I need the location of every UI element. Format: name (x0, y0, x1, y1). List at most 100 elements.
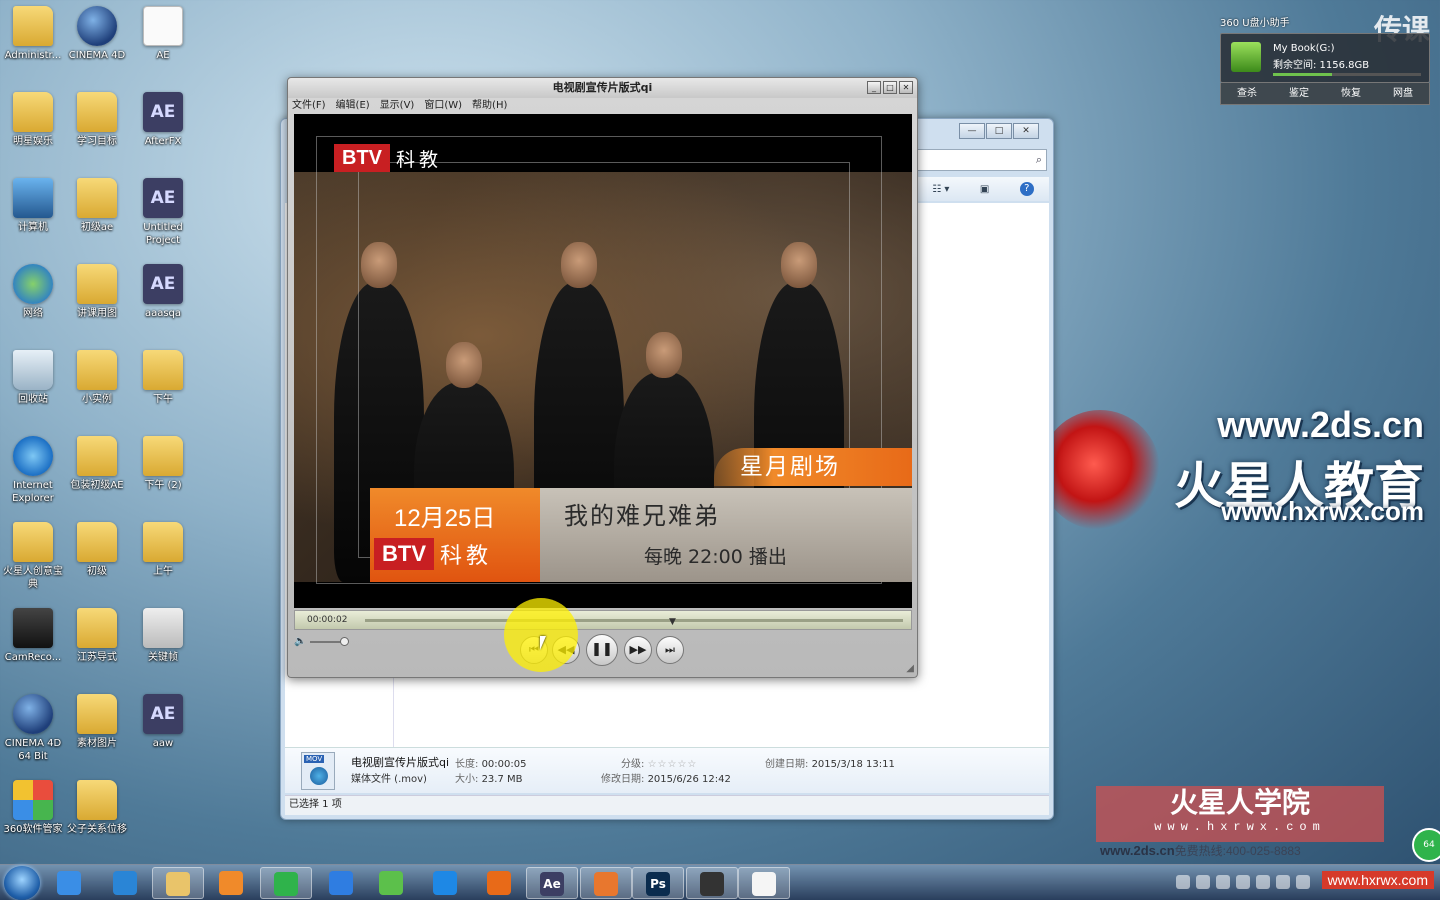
desktop-icon[interactable]: 江苏导式 (64, 608, 130, 664)
taskbar-camrec-button[interactable] (686, 867, 738, 899)
desktop-icon-label: AE (156, 50, 170, 61)
bin-icon (13, 350, 53, 390)
taskbar-ae-button[interactable]: Ae (526, 867, 578, 899)
timeline-track[interactable] (365, 619, 903, 622)
desktop-icon[interactable]: 回收站 (0, 350, 66, 406)
usb-identify-button[interactable]: 鉴定 (1273, 83, 1325, 104)
desktop-icon[interactable]: CINEMA 4D 64 Bit (0, 694, 66, 763)
rating-label: 分级: (621, 759, 645, 770)
usb-restore-button[interactable]: 恢复 (1325, 83, 1377, 104)
desktop-icon[interactable]: AE AfterFX (130, 92, 196, 148)
usb-helper-panel[interactable]: My Book(G:) 剩余空间: 1156.8GB (1220, 33, 1430, 83)
help-icon[interactable]: ? (1019, 182, 1034, 196)
desktop-icon[interactable]: CamReco... (0, 608, 66, 664)
desktop-icon[interactable]: 下午 (2) (130, 436, 196, 492)
tray-volume-icon[interactable] (1276, 875, 1290, 889)
preview-pane-icon[interactable]: ▣ (980, 184, 989, 195)
tray-360-icon[interactable] (1256, 875, 1270, 889)
search-input[interactable]: ⌕ (917, 149, 1047, 171)
tray-flag-icon[interactable] (1296, 875, 1310, 889)
minimize-button[interactable]: — (959, 123, 985, 139)
close-button[interactable]: ✕ (1013, 123, 1039, 139)
desktop-icon[interactable]: 素材图片 (64, 694, 130, 750)
floating-badge[interactable]: 64 (1412, 828, 1440, 862)
taskbar-ps-button[interactable]: Ps (632, 867, 684, 899)
usb-helper-title: 360 U盘小助手 (1220, 18, 1290, 29)
taskbar-orange-button[interactable] (474, 867, 526, 899)
taskbar-qq-player-button[interactable] (420, 867, 472, 899)
desktop-icon-label: Administr... (4, 50, 62, 61)
desktop-icon[interactable]: 下午 (130, 350, 196, 406)
program-tag: 星月剧场 (714, 448, 912, 486)
taskbar-ie-button[interactable] (100, 867, 152, 899)
menu-file[interactable]: 文件(F) (292, 98, 326, 114)
desktop-icon[interactable]: 网络 (0, 264, 66, 320)
desktop-icon[interactable]: AE (130, 6, 196, 62)
volume-knob[interactable] (340, 637, 349, 646)
desktop-icon[interactable]: 明星娱乐 (0, 92, 66, 148)
desktop-icon[interactable]: 初级 (64, 522, 130, 578)
desktop-icon[interactable]: CINEMA 4D (64, 6, 130, 62)
video-frame[interactable]: BTV 科教 星月剧场 12月25日 BTV 科教 我的难兄难弟 每晚 22:0… (294, 114, 912, 608)
folder-icon (77, 522, 117, 562)
playhead-icon[interactable]: ▼ (669, 613, 676, 631)
desktop-icon[interactable]: AE Untitled Project (130, 178, 196, 247)
tray-battery-icon[interactable] (1196, 875, 1210, 889)
player-window[interactable]: 电视剧宣传片版式qi _ □ ✕ 文件(F) 编辑(E) 显示(V) 窗口(W)… (287, 77, 918, 678)
tray-network-icon[interactable] (1176, 875, 1190, 889)
desktop-icon[interactable]: AE aaasqa (130, 264, 196, 320)
rating-stars[interactable]: ☆☆☆☆☆ (648, 759, 698, 770)
details-pane: MOV 电视剧宣传片版式qi 媒体文件 (.mov) 长度: 00:00:05 … (285, 747, 1049, 793)
taskbar-office-button[interactable] (580, 867, 632, 899)
folder-icon (77, 694, 117, 734)
start-button[interactable] (4, 866, 40, 900)
taskbar-player-button[interactable] (366, 867, 418, 899)
desktop-icon[interactable]: Administr... (0, 6, 66, 62)
desktop-icon[interactable]: Internet Explorer (0, 436, 66, 505)
timeline-bar[interactable]: 00:00:02 ▼ (294, 610, 912, 630)
taskbar-notepad-button[interactable] (738, 867, 790, 899)
taskbar-baidu-button[interactable] (316, 867, 368, 899)
k360-icon (13, 780, 53, 820)
desktop-icon[interactable]: 小实例 (64, 350, 130, 406)
folder-icon (143, 350, 183, 390)
search-icon[interactable]: ⌕ (1036, 153, 1042, 167)
pause-button[interactable]: ❚❚ (586, 634, 618, 666)
desktop-icon[interactable]: 火星人创意宝典 (0, 522, 66, 591)
tray-qq-icon[interactable] (1216, 875, 1230, 889)
next-button[interactable]: ⏭ (656, 636, 684, 664)
player-maximize-button[interactable]: □ (883, 81, 897, 94)
desktop-icon[interactable]: 初级ae (64, 178, 130, 234)
taskbar-explorer-button[interactable] (152, 867, 204, 899)
folder-icon (77, 92, 117, 132)
usb-cloud-button[interactable]: 网盘 (1377, 83, 1429, 104)
taskbar-360-button[interactable] (44, 867, 96, 899)
desktop-icon[interactable]: 360软件管家 (0, 780, 66, 836)
desktop-icon[interactable]: 计算机 (0, 178, 66, 234)
logo-sun-graphic (1040, 410, 1160, 530)
menu-window[interactable]: 窗口(W) (424, 98, 462, 114)
taskbar-media-button[interactable] (206, 867, 258, 899)
desktop-icon[interactable]: 父子关系位移 (64, 780, 130, 836)
player-minimize-button[interactable]: _ (867, 81, 881, 94)
desktop-icon[interactable]: 讲课用图 (64, 264, 130, 320)
volume-icon[interactable]: 🔈 (294, 636, 306, 647)
tray-usb-icon[interactable] (1236, 875, 1250, 889)
menu-help[interactable]: 帮助(H) (472, 98, 507, 114)
player-close-button[interactable]: ✕ (899, 81, 913, 94)
desktop-icon[interactable]: 上午 (130, 522, 196, 578)
show-title: 我的难兄难弟 (564, 502, 720, 530)
desktop-icon[interactable]: AE aaw (130, 694, 196, 750)
menu-edit[interactable]: 编辑(E) (336, 98, 370, 114)
menu-view[interactable]: 显示(V) (380, 98, 415, 114)
desktop-icon[interactable]: 学习目标 (64, 92, 130, 148)
taskbar-360safe-button[interactable] (260, 867, 312, 899)
usb-scan-button[interactable]: 查杀 (1221, 83, 1273, 104)
resize-grip-icon[interactable]: ◢ (906, 663, 914, 674)
lower-third: 12月25日 BTV 科教 我的难兄难弟 每晚 22:00 播出 (370, 488, 912, 582)
view-options-icon[interactable]: ☷ ▾ (932, 184, 949, 195)
maximize-button[interactable]: □ (986, 123, 1012, 139)
desktop-icon[interactable]: 包装初级AE (64, 436, 130, 492)
fast-forward-button[interactable]: ▶▶ (624, 636, 652, 664)
desktop-icon[interactable]: 关键帧 (130, 608, 196, 664)
